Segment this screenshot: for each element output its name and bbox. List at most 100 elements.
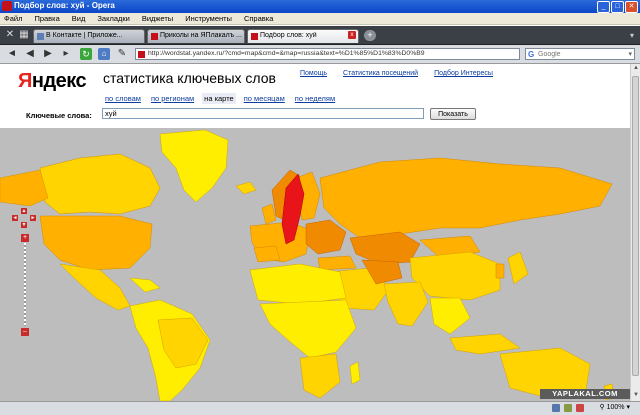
- menu-edit[interactable]: Правка: [34, 13, 59, 24]
- subnav-by-words[interactable]: по словам: [103, 93, 143, 104]
- yandex-favicon-icon: [251, 33, 258, 40]
- new-tab-button[interactable]: +: [364, 30, 376, 41]
- status-icons: [552, 404, 584, 412]
- back-arrow-icon[interactable]: ◄: [6, 48, 18, 60]
- panel-toggle-icon[interactable]: ▦: [18, 29, 30, 41]
- pan-up-icon[interactable]: ▲: [21, 208, 27, 214]
- page-content: Яндекс статистика ключевых слов Помощь С…: [0, 64, 630, 401]
- reload-button[interactable]: ↻: [80, 48, 92, 60]
- scroll-up-icon[interactable]: ▲: [632, 65, 640, 73]
- close-tab-icon[interactable]: x: [348, 31, 356, 39]
- region-north-africa: [249, 263, 347, 305]
- region-southern-africa: [299, 353, 341, 399]
- search-input[interactable]: [538, 49, 623, 59]
- tab-vkontakte[interactable]: В Контакте | Приложе...: [33, 29, 145, 43]
- address-field[interactable]: http://wordstat.yandex.ru/?cmd=map&cmd=&…: [135, 48, 520, 60]
- tab-bar: ✕ ▦ В Контакте | Приложе... Приколы на Я…: [0, 26, 640, 45]
- region-kazakhstan: [349, 231, 421, 265]
- zoom-in-button[interactable]: +: [21, 234, 29, 242]
- search-engine-dropdown-icon[interactable]: ▾: [628, 50, 632, 58]
- scroll-down-icon[interactable]: ▼: [632, 392, 640, 400]
- visits-stats-link[interactable]: Статистика посещений: [343, 70, 418, 77]
- pan-right-icon[interactable]: ►: [30, 215, 36, 221]
- menu-tools[interactable]: Инструменты: [185, 13, 232, 24]
- stop-icon[interactable]: [576, 404, 584, 412]
- tab-yaplakal[interactable]: Приколы на ЯПлакалъ ...: [147, 29, 245, 43]
- google-icon: G: [528, 50, 535, 59]
- forward-button[interactable]: ▶: [42, 48, 54, 60]
- address-toolbar: ◄ ◀ ▶ ▸ ↻ ⌂ ✎ http://wordstat.yandex.ru/…: [0, 45, 640, 64]
- region-uk: [261, 203, 277, 225]
- back-button[interactable]: ◀: [24, 48, 36, 60]
- menu-bookmarks[interactable]: Закладки: [97, 13, 129, 24]
- watermark: YAPLAKAL.COM: [540, 389, 630, 399]
- region-india: [383, 281, 429, 327]
- unite-icon[interactable]: [564, 404, 572, 412]
- vk-favicon-icon: [37, 33, 44, 40]
- tab-wordstat[interactable]: Подбор слов: хуй x: [247, 29, 359, 43]
- logo-rest: ндекс: [31, 70, 87, 92]
- maximize-button[interactable]: □: [611, 1, 624, 13]
- region-korea: [495, 263, 505, 279]
- menu-widgets[interactable]: Виджеты: [142, 13, 173, 24]
- interests-link[interactable]: Подбор Интересы: [434, 70, 493, 77]
- region-greenland: [159, 129, 229, 203]
- yaplakal-favicon-icon: [151, 33, 158, 40]
- pan-left-icon[interactable]: ◄: [12, 215, 18, 221]
- help-link[interactable]: Помощь: [300, 70, 327, 77]
- zoom-slider[interactable]: [24, 243, 26, 326]
- top-links: Помощь Статистика посещений Подбор Интер…: [300, 70, 493, 77]
- menu-file[interactable]: Файл: [4, 13, 22, 24]
- zoom-out-button[interactable]: –: [21, 328, 29, 336]
- tab-list-icon[interactable]: ▾: [630, 31, 634, 40]
- region-usa: [39, 215, 153, 271]
- keywords-label: Ключевые слова:: [26, 111, 92, 120]
- region-central-africa: [259, 299, 357, 359]
- subnav-by-regions[interactable]: по регионам: [149, 93, 196, 104]
- region-caribbean: [129, 277, 161, 293]
- edit-pen-icon[interactable]: ✎: [116, 48, 128, 60]
- region-russia: [319, 157, 613, 239]
- opera-icon: [2, 1, 12, 11]
- home-button[interactable]: ⌂: [98, 48, 110, 60]
- pan-down-icon[interactable]: ▼: [21, 222, 27, 228]
- close-window-button[interactable]: ✕: [625, 1, 638, 13]
- tab-label: Приколы на ЯПлакалъ ...: [160, 32, 242, 39]
- search-field[interactable]: G ▾: [525, 48, 635, 60]
- region-alaska: [0, 169, 49, 207]
- yandex-logo[interactable]: Яндекс: [18, 70, 87, 93]
- region-southeast-asia: [429, 297, 471, 335]
- region-north-america-north: [39, 153, 161, 215]
- logo-first-letter: Я: [18, 70, 32, 92]
- vertical-scrollbar[interactable]: ▲ ▼: [630, 64, 640, 401]
- show-button[interactable]: Показать: [430, 108, 476, 120]
- subnav-by-months[interactable]: по месяцам: [242, 93, 287, 104]
- region-spain: [253, 245, 281, 263]
- world-map[interactable]: ▲ ◄ ► ▼ + –: [0, 128, 630, 401]
- turbo-icon[interactable]: [552, 404, 560, 412]
- subnav-on-map[interactable]: на карте: [202, 93, 236, 104]
- minimize-button[interactable]: _: [597, 1, 610, 13]
- tab-label: Подбор слов: хуй: [260, 32, 317, 39]
- keywords-input[interactable]: [102, 108, 424, 119]
- page-title: статистика ключевых слов: [103, 70, 276, 86]
- status-bar: ⚲ 100% ▾: [0, 401, 640, 415]
- tab-label: В Контакте | Приложе...: [46, 32, 123, 39]
- menu-bar: Файл Правка Вид Закладки Виджеты Инструм…: [0, 13, 640, 25]
- menu-help[interactable]: Справка: [244, 13, 273, 24]
- zoom-level[interactable]: ⚲ 100% ▾: [600, 403, 630, 411]
- region-madagascar: [349, 361, 361, 385]
- choropleth-map: [0, 129, 615, 401]
- window-controls: _ □ ✕: [597, 1, 638, 13]
- tools-icon[interactable]: ✕: [4, 29, 16, 41]
- scroll-thumb[interactable]: [632, 76, 639, 376]
- menu-view[interactable]: Вид: [72, 13, 86, 24]
- window-title: Подбор слов: хуй - Opera: [14, 1, 115, 10]
- subnav-by-weeks[interactable]: по неделям: [293, 93, 337, 104]
- site-favicon-icon: [138, 51, 145, 58]
- subnav: по словам по регионам на карте по месяца…: [103, 93, 337, 104]
- region-japan: [507, 251, 529, 285]
- fast-forward-icon[interactable]: ▸: [60, 48, 72, 60]
- region-iceland: [235, 181, 257, 195]
- region-mexico: [59, 263, 131, 311]
